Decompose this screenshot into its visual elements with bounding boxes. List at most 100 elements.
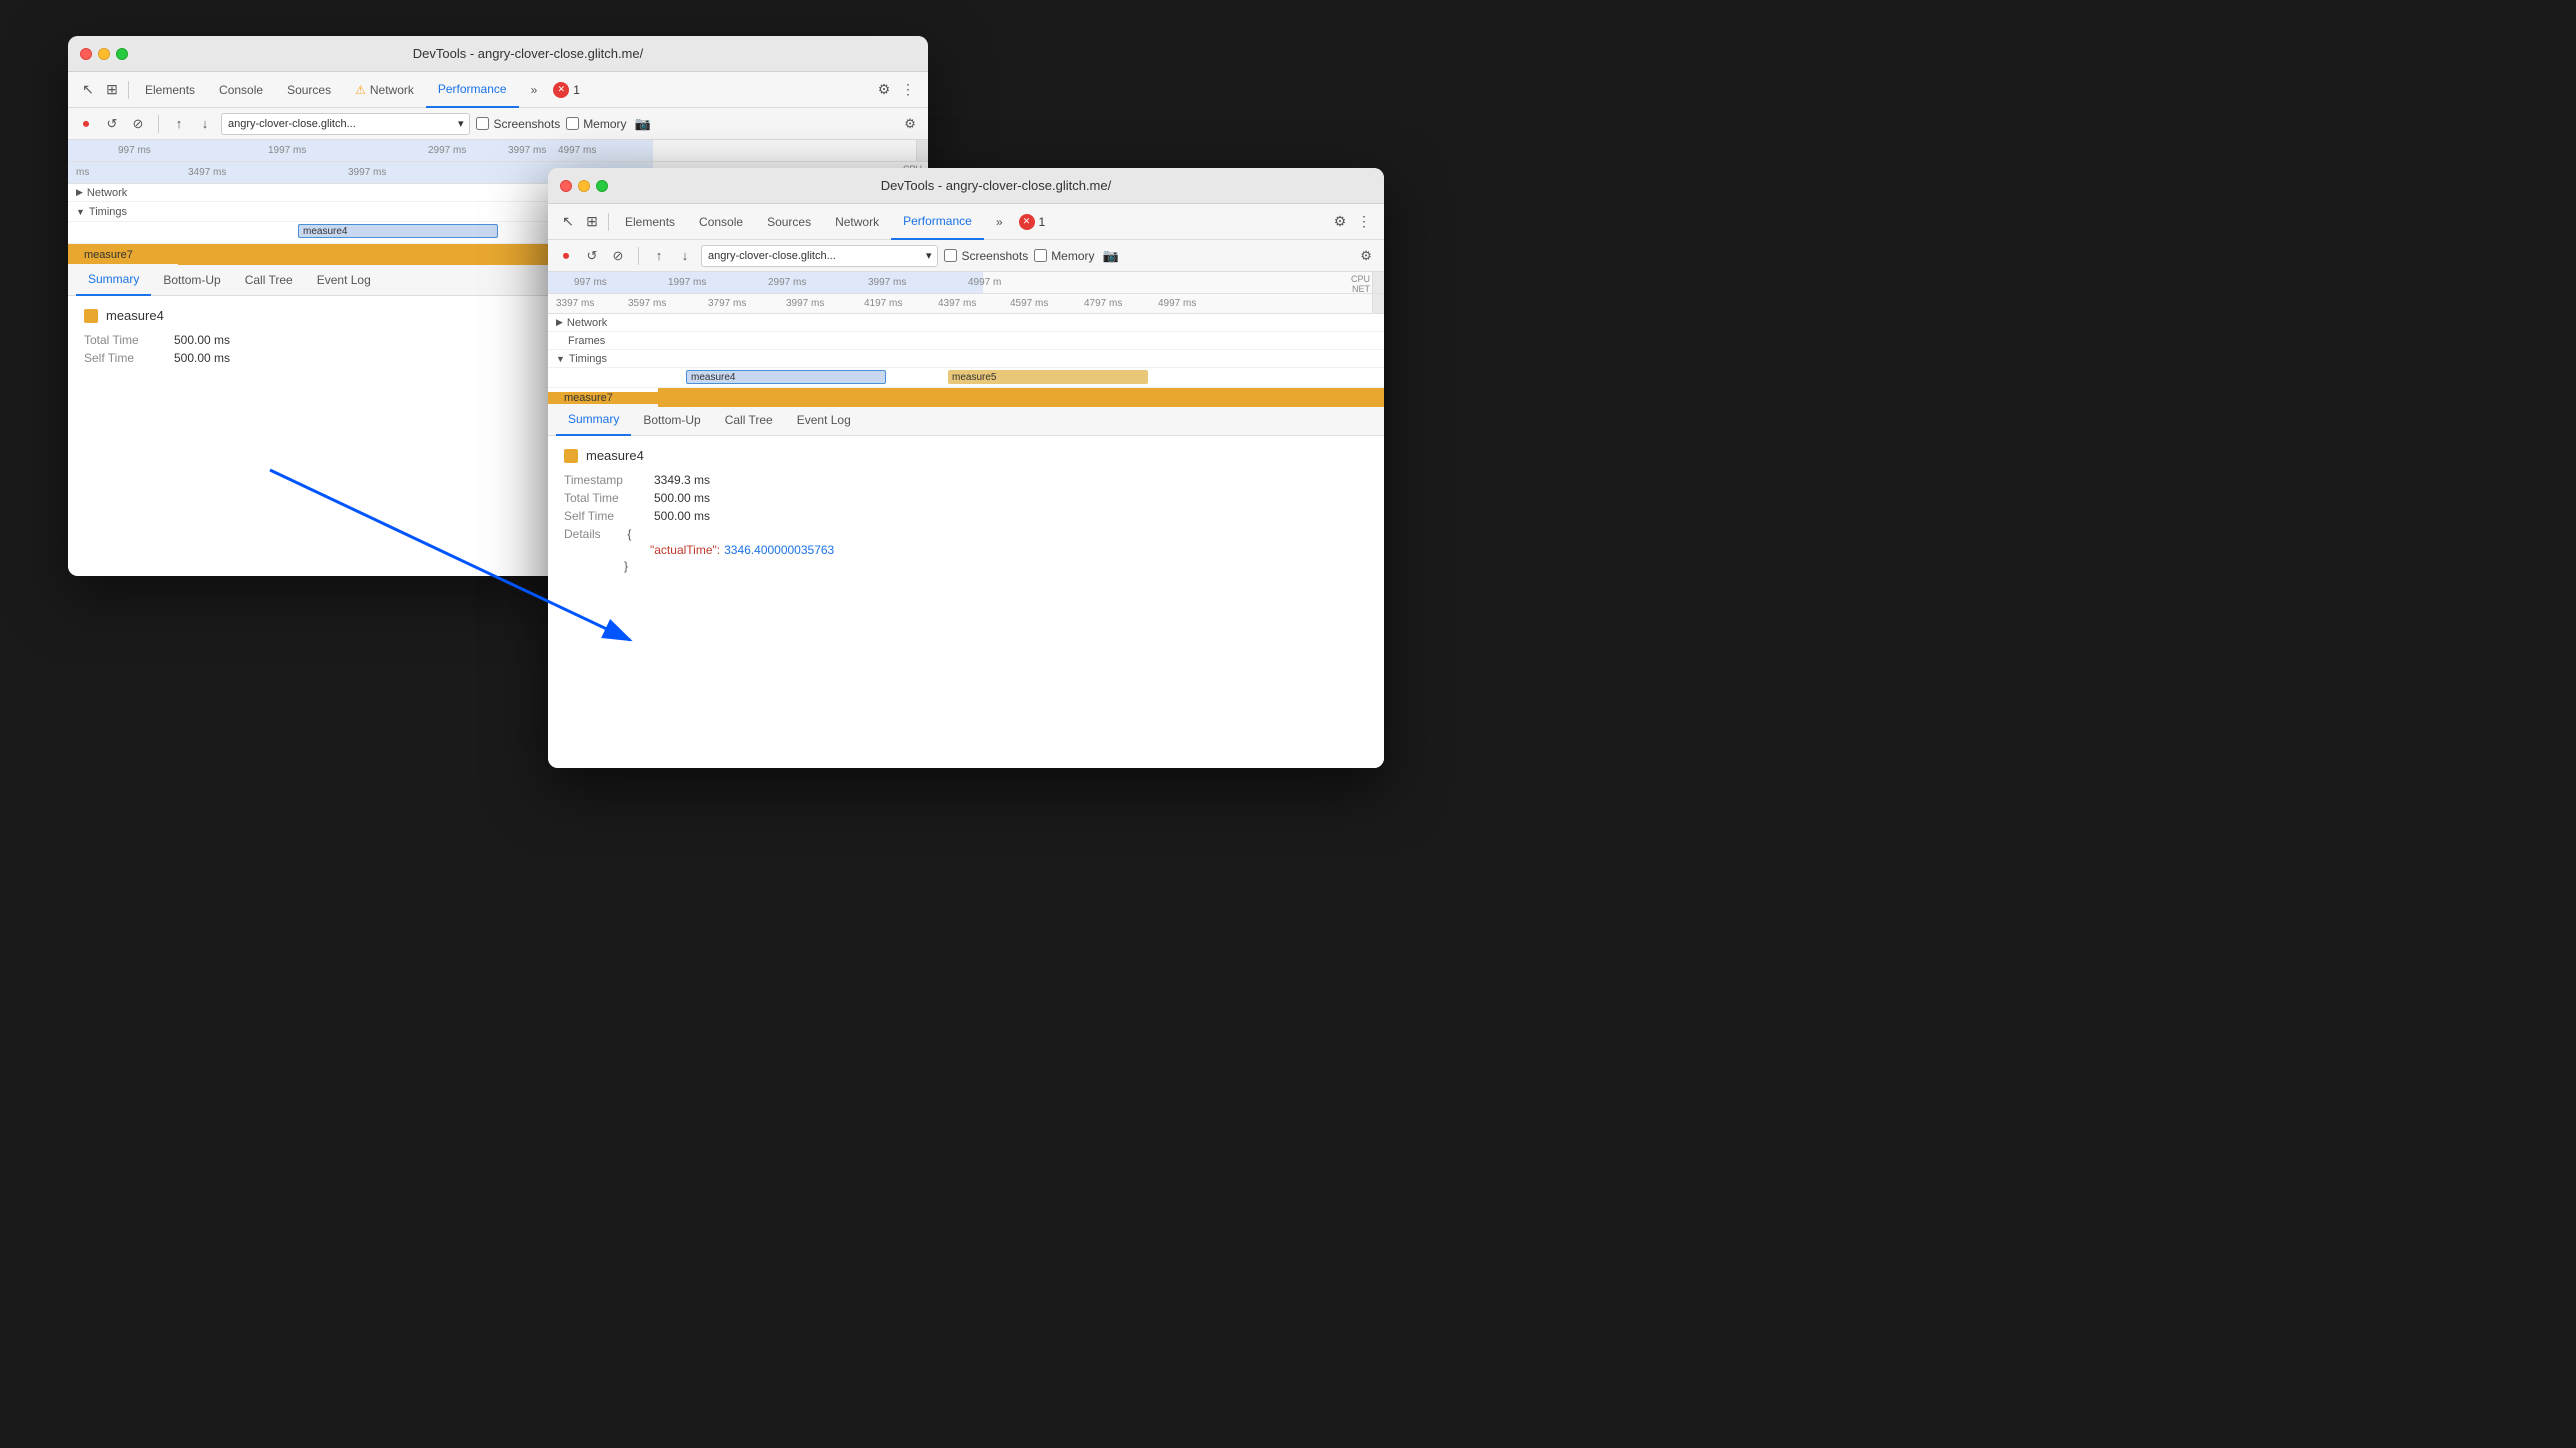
reload-icon-back[interactable]: ↺ [102,114,122,134]
front-measure5-bar[interactable]: measure5 [948,370,1148,384]
back-tab-call-tree[interactable]: Call Tree [233,264,305,296]
tick-4997-back: 4997 ms [558,145,596,156]
front-tick-3997: 3997 ms [868,277,906,288]
front-tick-1997: 1997 ms [668,277,706,288]
front-tick-2997: 2997 ms [768,277,806,288]
back-window-title: DevTools - angry-clover-close.glitch.me/ [140,46,916,61]
settings2-icon-back[interactable]: ⚙ [900,114,920,134]
url-chevron-back[interactable]: ▾ [458,117,464,130]
settings2-icon-front[interactable]: ⚙ [1356,246,1376,266]
tab-more-back[interactable]: » [519,72,550,108]
sep2-front [638,247,639,265]
back-tab-summary[interactable]: Summary [76,264,151,296]
back-tab-bottom-up[interactable]: Bottom-Up [151,264,232,296]
screenshots-checkbox-back[interactable]: Screenshots [476,117,560,131]
error-badge-front: ✕ [1019,214,1035,230]
screenshots-checkbox-front[interactable]: Screenshots [944,249,1028,263]
front-details-val: 3346.400000035763 [724,543,834,557]
cancel-icon-back[interactable]: ⊘ [128,114,148,134]
front-summary-title-row: measure4 [564,448,1368,463]
tab-network-front[interactable]: Network [823,204,891,240]
record-icon-front[interactable]: ⏺ [556,246,576,266]
reload-icon-front[interactable]: ↺ [582,246,602,266]
url-chevron-front[interactable]: ▾ [926,249,932,262]
front-tab-summary[interactable]: Summary [556,404,631,436]
record-icon-back[interactable]: ⏺ [76,114,96,134]
close-button-front[interactable] [560,180,572,192]
tab-console-back[interactable]: Console [207,72,275,108]
front-devtools-window: DevTools - angry-clover-close.glitch.me/… [548,168,1384,768]
front-network-track: ▶ Network [548,314,1384,332]
front-timestamp-label: Timestamp [564,473,654,487]
back-ruler1: 997 ms 1997 ms 2997 ms 4997 ms 3997 ms [68,140,928,162]
url-bar-front[interactable]: angry-clover-close.glitch... ▾ [701,245,938,267]
front-scrollbar1[interactable] [1372,272,1384,293]
more-icon-back[interactable]: ⋮ [896,78,920,102]
upload-icon-front[interactable]: ↑ [649,246,669,266]
back-measure4-bar[interactable]: measure4 [298,224,498,238]
front-details-close-row: } [564,559,1368,573]
back-summary-measure-name: measure4 [106,308,164,323]
front-tick-3797: 3797 ms [708,298,746,309]
tab-elements-back[interactable]: Elements [133,72,207,108]
tab-more-front[interactable]: » [984,204,1015,240]
front-network-content [658,314,1384,331]
minimize-button-back[interactable] [98,48,110,60]
back-measure7-track-label: measure7 [68,249,178,261]
front-measure7-track[interactable]: measure7 [548,388,1384,408]
tab-performance-back[interactable]: Performance [426,72,519,108]
front-tab-event-log[interactable]: Event Log [785,404,863,436]
front-tick-4997: 4997 m [968,277,1001,288]
download-icon-front[interactable]: ↓ [675,246,695,266]
upload-icon-back[interactable]: ↑ [169,114,189,134]
memory-checkbox-front[interactable]: Memory [1034,249,1094,263]
back-title-bar: DevTools - angry-clover-close.glitch.me/ [68,36,928,72]
front-network-label: ▶ Network [548,317,658,329]
front-ruler1: 997 ms 1997 ms 2997 ms 3997 ms 4997 m CP… [548,272,1384,294]
camera-icon-back[interactable]: 📷 [633,114,653,134]
front-measure4-bar[interactable]: measure4 [686,370,886,384]
front-scrollbar2[interactable] [1372,294,1384,313]
maximize-button-front[interactable] [596,180,608,192]
url-text-front: angry-clover-close.glitch... [708,250,836,262]
back-tab-event-log[interactable]: Event Log [305,264,383,296]
layout-icon-front[interactable]: ⊞ [580,210,604,234]
front-ruler2: 3397 ms 3597 ms 3797 ms 3997 ms 4197 ms … [548,294,1384,314]
front-timings-track: ▼ Timings [548,350,1384,368]
settings-icon-front[interactable]: ⚙ [1328,210,1352,234]
front-summary-panel: measure4 Timestamp 3349.3 ms Total Time … [548,436,1384,768]
tab-elements-front[interactable]: Elements [613,204,687,240]
front-self-time-row: Self Time 500.00 ms [564,509,1368,523]
tab-performance-front[interactable]: Performance [891,204,984,240]
camera-icon-front[interactable]: 📷 [1101,246,1121,266]
front-timestamp-value: 3349.3 ms [654,473,710,487]
url-text-back: angry-clover-close.glitch... [228,118,356,130]
cursor-icon-front[interactable]: ↖ [556,210,580,234]
tab-sources-back[interactable]: Sources [275,72,343,108]
front-self-time-value: 500.00 ms [654,509,710,523]
more-icon-front[interactable]: ⋮ [1352,210,1376,234]
front-total-time-row: Total Time 500.00 ms [564,491,1368,505]
tab-sources-front[interactable]: Sources [755,204,823,240]
tab-console-front[interactable]: Console [687,204,755,240]
front-blue-region1 [548,272,983,293]
front-tick-3997b: 3997 ms [786,298,824,309]
front-tab-bottom-up[interactable]: Bottom-Up [631,404,712,436]
back-scrollbar[interactable] [916,140,928,161]
download-icon-back[interactable]: ↓ [195,114,215,134]
settings-icon-back[interactable]: ⚙ [872,78,896,102]
front-frames-content [658,332,1384,349]
minimize-button-front[interactable] [578,180,590,192]
memory-checkbox-back[interactable]: Memory [566,117,626,131]
front-details-row: Details { [564,527,1368,541]
tab-network-back[interactable]: ⚠ Network [343,72,426,108]
cursor-icon-back[interactable]: ↖ [76,78,100,102]
front-tab-call-tree[interactable]: Call Tree [713,404,785,436]
timings-triangle-back: ▼ [76,207,85,217]
url-bar-back[interactable]: angry-clover-close.glitch... ▾ [221,113,470,135]
layout-icon-back[interactable]: ⊞ [100,78,124,102]
close-button-back[interactable] [80,48,92,60]
front-details-kv-row: "actualTime": 3346.400000035763 [564,543,1368,557]
maximize-button-back[interactable] [116,48,128,60]
cancel-icon-front[interactable]: ⊘ [608,246,628,266]
